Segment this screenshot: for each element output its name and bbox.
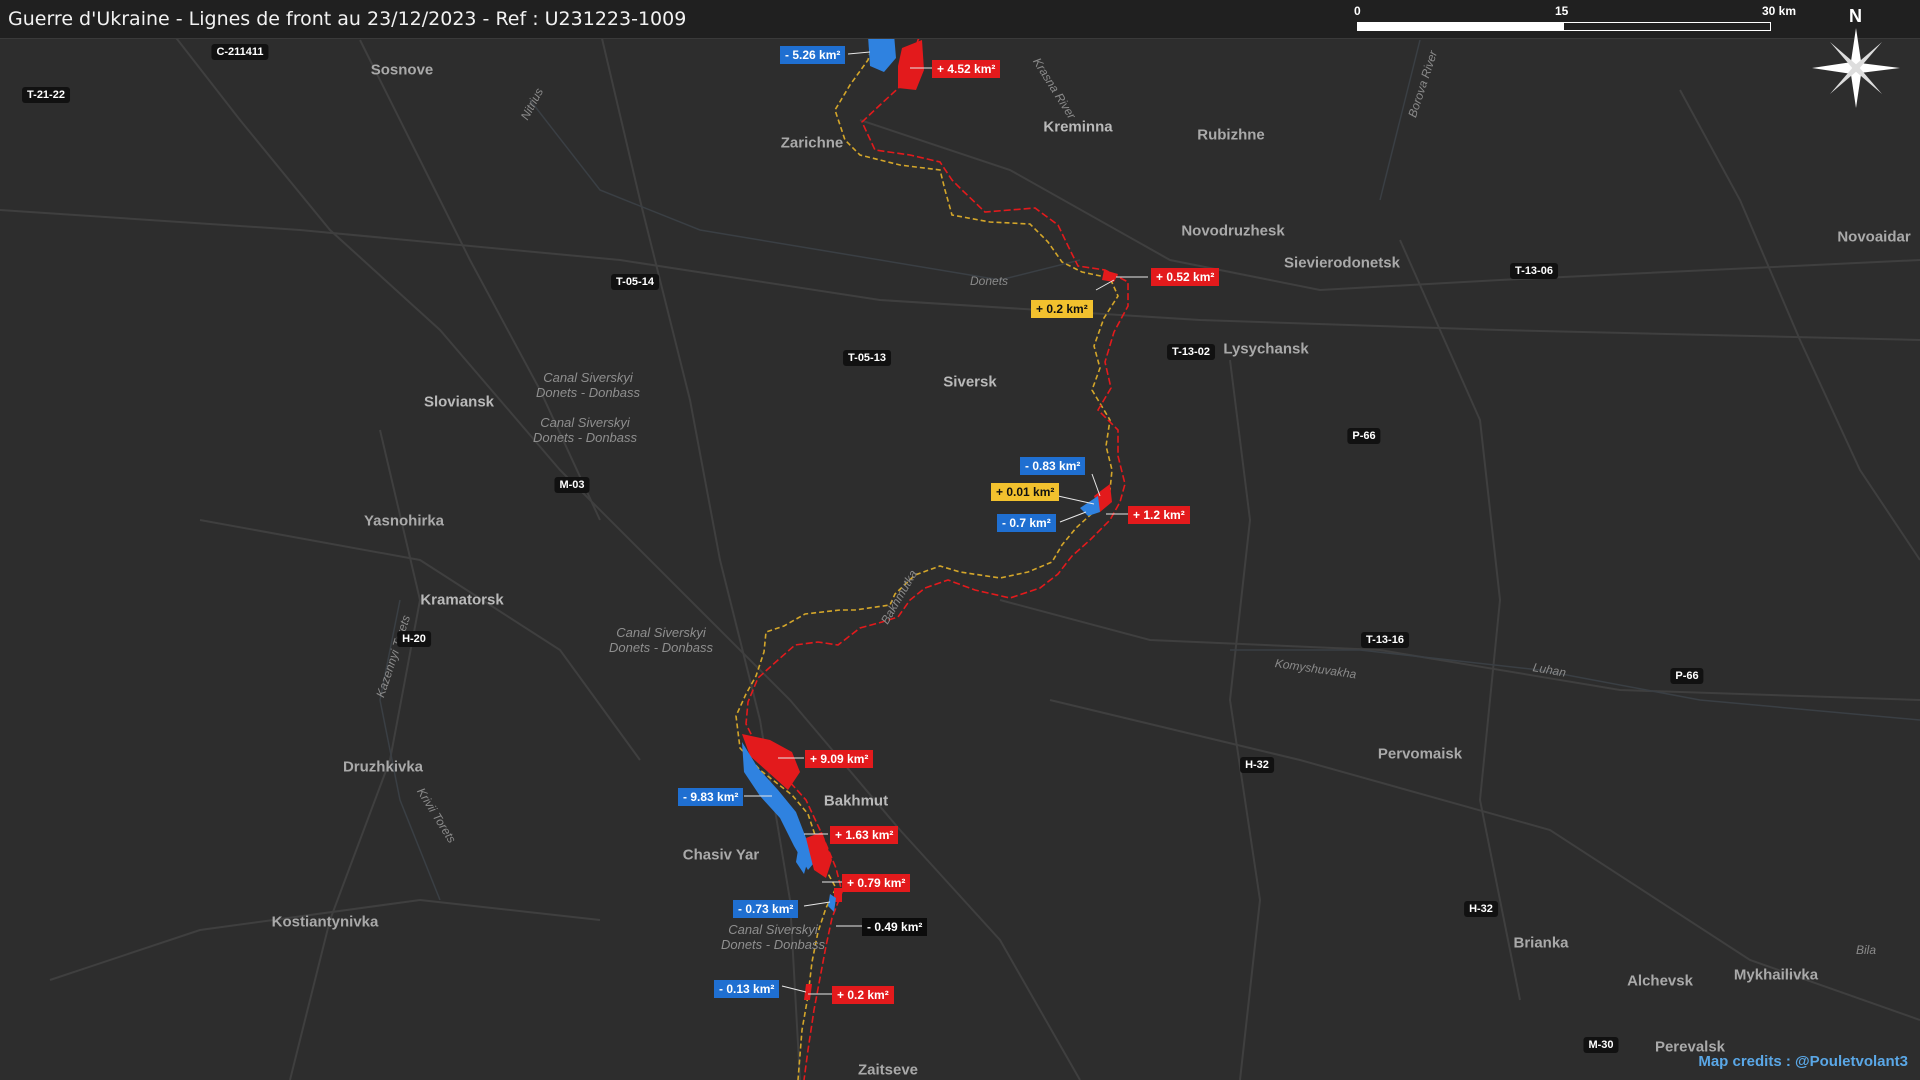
road-marker: T-13-02 — [1167, 344, 1215, 360]
map-credits: Map credits : @Pouletvolant3 — [1698, 1053, 1908, 1070]
town-label: Sloviansk — [423, 393, 495, 411]
road-marker: M-30 — [1583, 1037, 1619, 1053]
town-label: Zarichne — [780, 134, 844, 152]
canal-label: Canal Siverskyi Donets - Donbass — [608, 625, 714, 655]
road-marker: H-32 — [1464, 901, 1498, 917]
town-label: Lysychansk — [1223, 340, 1309, 358]
road-marker: H-20 — [397, 631, 431, 647]
change-label-loss: - 9.83 km² — [678, 788, 744, 806]
change-label-loss: - 0.73 km² — [733, 900, 799, 918]
north-label: N — [1849, 6, 1862, 26]
road-marker: C-211411 — [211, 44, 269, 60]
scale-label-end: 30 km — [1762, 4, 1797, 18]
scale-label-mid: 15 — [1555, 4, 1569, 18]
loss-area — [868, 34, 896, 72]
road-marker: T-05-13 — [843, 350, 891, 366]
change-label-contested: + 0.01 km² — [991, 483, 1060, 501]
town-label: Druzhkivka — [342, 758, 424, 776]
change-label-gain: + 4.52 km² — [932, 60, 1001, 78]
town-label: Zaitseve — [857, 1061, 919, 1079]
town-label: Kreminna — [1043, 118, 1113, 136]
map-view[interactable]: Guerre d'Ukraine - Lignes de front au 23… — [0, 0, 1920, 1080]
town-label: Alchevsk — [1627, 972, 1693, 990]
road-marker: T-13-06 — [1510, 263, 1558, 279]
map-title: Guerre d'Ukraine - Lignes de front au 23… — [8, 8, 687, 30]
town-label: Yasnohirka — [363, 512, 445, 530]
town-label: Siversk — [943, 373, 997, 391]
change-label-contested: + 0.2 km² — [1031, 300, 1093, 318]
canal-label: Canal Siverskyi Donets - Donbass — [720, 922, 826, 952]
town-label: Sievierodonetsk — [1284, 254, 1400, 272]
town-label: Rubizhne — [1197, 126, 1265, 144]
town-label: Novodruzhesk — [1181, 222, 1285, 240]
road-marker: P-66 — [1670, 668, 1704, 684]
change-label-gain: + 0.52 km² — [1151, 268, 1220, 286]
town-label: Kramatorsk — [420, 591, 504, 609]
change-areas — [742, 34, 1118, 1000]
title-bar: Guerre d'Ukraine - Lignes de front au 23… — [0, 0, 1920, 39]
scale-bar-dark — [1563, 22, 1771, 31]
change-label-loss: - 5.26 km² — [780, 46, 846, 64]
gain-area — [1102, 270, 1118, 282]
change-label-loss: - 0.83 km² — [1020, 457, 1086, 475]
town-label: Bakhmut — [823, 792, 889, 810]
gain-area — [898, 40, 924, 90]
change-label-gain: + 0.79 km² — [842, 874, 911, 892]
river-label: Donets — [970, 274, 1009, 288]
town-label: Brianka — [1513, 934, 1569, 952]
scale-bar-white — [1357, 22, 1563, 31]
river-label: Bila — [1856, 943, 1877, 957]
change-label-gain: + 0.2 km² — [832, 986, 894, 1004]
town-label: Mykhailivka — [1733, 966, 1819, 984]
road-marker: M-03 — [554, 477, 590, 493]
road-marker: T-13-16 — [1361, 632, 1409, 648]
front-line-red — [745, 0, 1129, 1080]
road-marker: T-05-14 — [611, 274, 659, 290]
town-label: Pervomaisk — [1377, 745, 1463, 763]
canal-label: Canal Siverskyi Donets - Donbass — [532, 415, 638, 445]
change-label-other: - 0.49 km² — [862, 918, 928, 936]
town-label: Novoaidar — [1837, 228, 1911, 246]
change-label-gain: + 9.09 km² — [805, 750, 874, 768]
canal-label: Canal Siverskyi Donets - Donbass — [535, 370, 641, 400]
change-label-gain: + 1.2 km² — [1128, 506, 1190, 524]
change-label-loss: - 0.13 km² — [714, 980, 780, 998]
road-marker: P-66 — [1347, 428, 1381, 444]
scale-label-start: 0 — [1354, 4, 1361, 18]
town-label: Sosnove — [370, 61, 434, 79]
change-label-gain: + 1.63 km² — [830, 826, 899, 844]
change-label-loss: - 0.7 km² — [997, 514, 1056, 532]
road-marker: H-32 — [1240, 757, 1274, 773]
road-marker: T-21-22 — [22, 87, 70, 103]
town-label: Kostiantynivka — [271, 913, 379, 931]
town-label: Chasiv Yar — [682, 846, 760, 864]
rivers-lines — [379, 39, 1920, 901]
